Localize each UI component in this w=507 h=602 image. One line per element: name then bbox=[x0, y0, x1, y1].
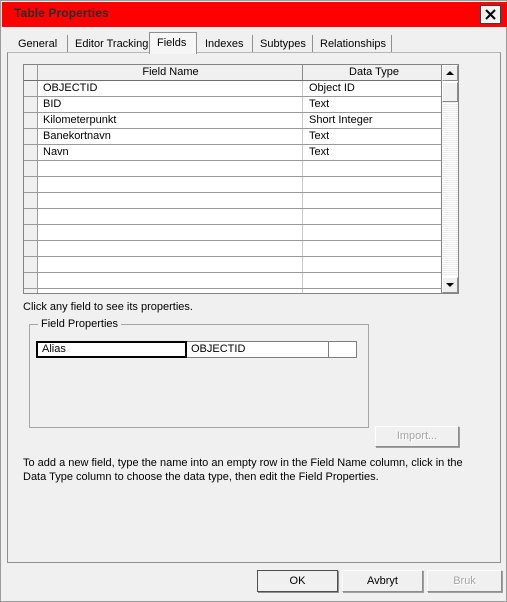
table-row[interactable] bbox=[24, 193, 443, 209]
table-row[interactable] bbox=[24, 241, 443, 257]
property-extra-cell[interactable] bbox=[329, 341, 357, 358]
table-row[interactable] bbox=[24, 257, 443, 273]
field-name-cell[interactable] bbox=[39, 241, 303, 256]
close-icon bbox=[485, 9, 496, 20]
table-row[interactable] bbox=[24, 209, 443, 225]
table-properties-dialog: Table Properties General Editor Tracking… bbox=[0, 0, 507, 602]
data-type-cell[interactable]: Text bbox=[305, 129, 443, 144]
data-type-cell[interactable] bbox=[305, 161, 443, 176]
table-row[interactable]: Navn Text bbox=[24, 145, 443, 161]
fields-grid-header: Field Name Data Type bbox=[24, 65, 443, 81]
tab-fields[interactable]: Fields bbox=[149, 32, 197, 54]
column-header-data-type[interactable]: Data Type bbox=[305, 65, 443, 80]
table-row[interactable]: Banekortnavn Text bbox=[24, 129, 443, 145]
ok-button[interactable]: OK bbox=[257, 570, 338, 592]
row-selector[interactable] bbox=[24, 129, 38, 144]
field-name-cell[interactable] bbox=[39, 257, 303, 272]
field-name-cell[interactable]: Banekortnavn bbox=[39, 129, 303, 144]
table-row[interactable] bbox=[24, 273, 443, 289]
table-row[interactable] bbox=[24, 177, 443, 193]
row-selector[interactable] bbox=[24, 177, 38, 192]
grid-vertical-scrollbar[interactable] bbox=[441, 65, 458, 293]
row-selector[interactable] bbox=[24, 145, 38, 160]
row-selector[interactable] bbox=[24, 193, 38, 208]
import-button[interactable]: Import... bbox=[375, 426, 459, 447]
close-button[interactable] bbox=[480, 5, 501, 24]
row-selector[interactable] bbox=[24, 81, 38, 96]
row-selector[interactable] bbox=[24, 113, 38, 128]
row-selector[interactable] bbox=[24, 97, 38, 112]
cancel-button[interactable]: Avbryt bbox=[342, 570, 423, 592]
field-name-cell[interactable] bbox=[39, 209, 303, 224]
scrollbar-thumb[interactable] bbox=[442, 82, 458, 102]
scroll-up-button[interactable] bbox=[442, 65, 458, 81]
scrollbar-track[interactable] bbox=[442, 82, 458, 276]
scroll-down-button[interactable] bbox=[442, 277, 458, 293]
title-bar: Table Properties bbox=[2, 2, 507, 27]
field-properties-title: Field Properties bbox=[38, 318, 122, 330]
field-name-cell[interactable] bbox=[39, 225, 303, 240]
data-type-cell[interactable] bbox=[305, 241, 443, 256]
data-type-cell[interactable]: Text bbox=[305, 97, 443, 112]
data-type-cell[interactable] bbox=[305, 225, 443, 240]
field-name-cell[interactable]: Navn bbox=[39, 145, 303, 160]
field-name-cell[interactable] bbox=[39, 177, 303, 192]
data-type-cell[interactable] bbox=[305, 257, 443, 272]
row-selector[interactable] bbox=[24, 161, 38, 176]
property-value-alias[interactable]: OBJECTID bbox=[187, 341, 329, 358]
field-name-cell[interactable] bbox=[39, 161, 303, 176]
data-type-cell[interactable] bbox=[305, 273, 443, 288]
data-type-cell[interactable]: Short Integer bbox=[305, 113, 443, 128]
fields-grid-body: Field Name Data Type OBJECTID Object ID … bbox=[24, 65, 443, 293]
data-type-cell[interactable]: Text bbox=[305, 145, 443, 160]
row-selector[interactable] bbox=[24, 257, 38, 272]
tab-strip: General Editor Tracking Fields Indexes S… bbox=[9, 32, 501, 54]
data-type-cell[interactable] bbox=[305, 289, 443, 293]
tab-subtypes[interactable]: Subtypes bbox=[253, 35, 313, 53]
field-name-cell[interactable]: OBJECTID bbox=[39, 81, 303, 96]
arrow-up-icon bbox=[446, 71, 454, 75]
table-row[interactable]: BID Text bbox=[24, 97, 443, 113]
field-name-cell[interactable] bbox=[39, 193, 303, 208]
field-property-row: Alias OBJECTID bbox=[36, 341, 357, 358]
field-name-cell[interactable] bbox=[39, 273, 303, 288]
table-row[interactable]: OBJECTID Object ID bbox=[24, 81, 443, 97]
row-selector-header bbox=[24, 65, 38, 80]
tab-relationships[interactable]: Relationships bbox=[313, 35, 392, 53]
row-selector[interactable] bbox=[24, 289, 38, 293]
tab-general[interactable]: General bbox=[11, 35, 68, 53]
row-selector[interactable] bbox=[24, 241, 38, 256]
tab-indexes[interactable]: Indexes bbox=[198, 35, 253, 53]
field-name-cell[interactable]: Kilometerpunkt bbox=[39, 113, 303, 128]
table-row[interactable] bbox=[24, 161, 443, 177]
data-type-cell[interactable] bbox=[305, 209, 443, 224]
window-title: Table Properties bbox=[14, 6, 109, 20]
field-name-cell[interactable] bbox=[39, 289, 303, 293]
data-type-cell[interactable] bbox=[305, 193, 443, 208]
row-selector[interactable] bbox=[24, 209, 38, 224]
instructions-text: To add a new field, type the name into a… bbox=[23, 457, 463, 483]
field-properties-group: Field Properties Alias OBJECTID bbox=[29, 318, 369, 428]
table-row[interactable] bbox=[24, 225, 443, 241]
table-row[interactable] bbox=[24, 289, 443, 293]
apply-button[interactable]: Bruk bbox=[427, 570, 502, 592]
row-selector[interactable] bbox=[24, 225, 38, 240]
data-type-cell[interactable]: Object ID bbox=[305, 81, 443, 96]
column-header-field-name[interactable]: Field Name bbox=[39, 65, 303, 80]
table-row[interactable]: Kilometerpunkt Short Integer bbox=[24, 113, 443, 129]
property-name-alias[interactable]: Alias bbox=[36, 341, 187, 358]
data-type-cell[interactable] bbox=[305, 177, 443, 192]
arrow-down-icon bbox=[446, 283, 454, 287]
grid-hint-text: Click any field to see its properties. bbox=[23, 301, 193, 313]
fields-grid[interactable]: Field Name Data Type OBJECTID Object ID … bbox=[23, 64, 459, 294]
row-selector[interactable] bbox=[24, 273, 38, 288]
field-name-cell[interactable]: BID bbox=[39, 97, 303, 112]
